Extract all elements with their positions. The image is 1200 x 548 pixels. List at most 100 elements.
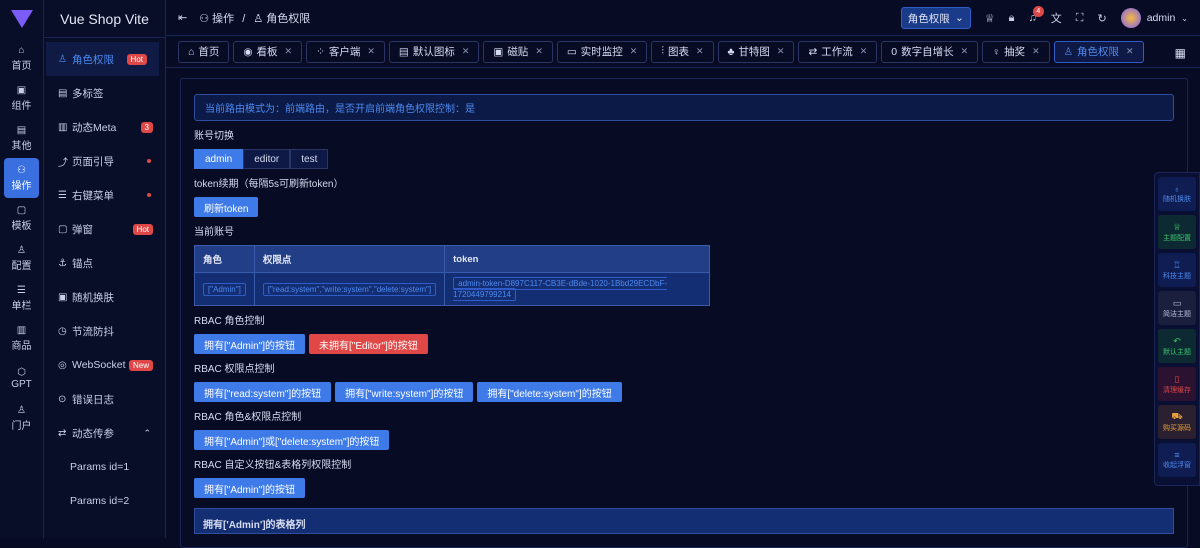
rail-item-5[interactable]: ♙ 配置 (4, 238, 39, 278)
rail-item-8[interactable]: ⬡ GPT (4, 358, 39, 398)
rail-item-0[interactable]: ⌂ 首页 (4, 38, 39, 78)
refresh-icon[interactable]: ↻ (1097, 12, 1106, 25)
account-option-admin[interactable]: admin (194, 149, 244, 169)
tab-1[interactable]: ◉ 看板 ✕ (233, 40, 303, 63)
rail-item-label: 模板 (11, 220, 32, 232)
menu-item[interactable]: ☰ 右键菜单 (44, 178, 165, 212)
refresh-token-button[interactable]: 刷新token (194, 197, 259, 217)
grid-icon[interactable]: ▦ (1175, 46, 1186, 60)
side-menu: Vue Shop Vite ♙ 角色权限 Hot ▤ 多标签 ▥ 动态Meta 3 ⤴ 页面引导 ☰… (44, 0, 166, 538)
submenu-item[interactable]: Params id=1 (44, 450, 165, 484)
close-icon[interactable]: ✕ (961, 46, 969, 57)
close-icon[interactable]: ✕ (535, 46, 543, 57)
menu-item[interactable]: ▢ 弹窗 Hot (44, 212, 165, 246)
menu-item[interactable]: ♙ 角色权限 Hot (46, 42, 159, 76)
brand-title: Vue Shop Vite (44, 0, 165, 38)
tab-11[interactable]: ♙ 角色权限 ✕ (1053, 40, 1144, 63)
editor-role-button[interactable]: 未拥有["Editor"]的按钮 (309, 334, 428, 354)
delete-permission-button[interactable]: 拥有["delete:system"]的按钮 (477, 382, 622, 402)
close-icon[interactable]: ✕ (1032, 46, 1040, 57)
tab-8[interactable]: ⇄ 工作流 ✕ (798, 40, 878, 63)
menu-item[interactable]: ⇄ 动态传参 ⌃ (44, 416, 165, 450)
close-icon[interactable]: ✕ (1126, 46, 1134, 57)
shirt-icon[interactable]: ♕ (985, 12, 995, 25)
bell-icon[interactable]: ♫ 4 (1029, 6, 1044, 24)
column-header: token (444, 245, 710, 273)
float-item[interactable]: ⛟ 购买源码 (1158, 405, 1196, 439)
rail-item-label: 单栏 (11, 300, 32, 312)
float-label: 随机换肤 (1163, 196, 1191, 203)
rbac-custom-label: RBAC 自定义按钮&表格列权限控制 (194, 460, 352, 471)
rail-item-label: 首页 (11, 60, 32, 72)
menu-icon: ⚓ (58, 257, 67, 269)
breadcrumb-parent[interactable]: 操作 (212, 13, 234, 25)
float-item[interactable]: ↶ 默认主题 (1158, 329, 1196, 363)
user-menu[interactable]: admin ⌄ (1120, 8, 1188, 28)
close-icon[interactable]: ✕ (777, 46, 785, 57)
tab-7[interactable]: ♣ 甘特图 ✕ (717, 40, 795, 63)
notification-badge: 4 (1032, 6, 1044, 17)
tab-icon: ◉ (243, 45, 253, 58)
rail-item-2[interactable]: ▤ 其他 (4, 118, 39, 158)
tab-10[interactable]: ♀ 抽奖 ✕ (982, 40, 1050, 63)
menu-item[interactable]: ⚓ 锚点 (44, 246, 165, 280)
menu-item[interactable]: ▣ 随机换肤 (44, 280, 165, 314)
close-icon[interactable]: ✕ (367, 46, 375, 57)
close-icon[interactable]: ✕ (285, 46, 293, 57)
menu-icon: ▤ (58, 87, 68, 99)
rail-item-7[interactable]: ▥ 商品 (4, 318, 39, 358)
close-icon[interactable]: ✕ (462, 46, 470, 57)
fullscreen-icon[interactable]: ⛶ (1076, 12, 1084, 25)
rail-item-label: 门户 (11, 420, 32, 432)
role-tag: ["Admin"] (203, 282, 246, 296)
lock-icon[interactable]: 🔒︎ (1009, 12, 1015, 25)
tab-2[interactable]: ⁘ 客户端 ✕ (306, 40, 385, 63)
rail-item-4[interactable]: ▢ 模板 (4, 198, 39, 238)
custom-admin-button[interactable]: 拥有["Admin"]的按钮 (194, 478, 306, 498)
menu-item[interactable]: ⊙ 错误日志 (44, 382, 165, 416)
float-item[interactable]: ♁ 随机换肤 (1158, 177, 1196, 211)
close-icon[interactable]: ✕ (696, 46, 704, 57)
menu-item[interactable]: ◎ WebSocket New (44, 348, 165, 382)
tab-4[interactable]: ▣ 磁贴 ✕ (483, 40, 553, 63)
tab-5[interactable]: ▭ 实时监控 ✕ (556, 40, 648, 63)
tab-3[interactable]: ▤ 默认图标 ✕ (388, 40, 480, 63)
write-permission-button[interactable]: 拥有["write:system"]的按钮 (335, 382, 474, 402)
close-icon[interactable]: ✕ (860, 46, 868, 57)
menu-item-label: 弹窗 (72, 223, 93, 236)
tab-0[interactable]: ⌂ 首页 (178, 40, 230, 63)
float-label: 科技主题 (1163, 272, 1191, 280)
admin-role-button[interactable]: 拥有["Admin"]的按钮 (194, 334, 306, 354)
tab-label: 客户端 (328, 46, 361, 58)
menu-item[interactable]: ◷ 节流防抖 (44, 314, 165, 348)
float-item[interactable]: ▭ 简洁主题 (1158, 291, 1196, 325)
close-icon[interactable]: ✕ (630, 46, 638, 57)
route-select[interactable]: 角色权限 ⌄ (900, 7, 971, 29)
menu-item-label: 页面引导 (72, 155, 114, 168)
account-option-editor[interactable]: editor (243, 149, 291, 169)
rail-item-9[interactable]: ♙ 门户 (4, 398, 39, 438)
float-item[interactable]: ♖ 科技主题 (1158, 253, 1196, 287)
float-item[interactable]: ▯ 清理缓存 (1158, 367, 1196, 401)
collapse-icon[interactable]: ⇤ (178, 11, 187, 24)
user-icon: ⚇ (199, 12, 213, 25)
menu-item[interactable]: ⤴ 页面引导 (44, 144, 165, 178)
menu-item[interactable]: ▤ 多标签 (44, 76, 165, 110)
translate-icon[interactable]: 文 (1051, 10, 1062, 26)
account-option-test[interactable]: test (290, 149, 329, 169)
menu-item[interactable]: ▥ 动态Meta 3 (44, 110, 165, 144)
read-permission-button[interactable]: 拥有["read:system"]的按钮 (194, 382, 332, 402)
rail-item-3[interactable]: ⚇ 操作 (4, 158, 39, 198)
tab-9[interactable]: 0 数字自增长 ✕ (881, 40, 979, 63)
admin-or-delete-button[interactable]: 拥有["Admin"]或["delete:system"]的按钮 (194, 430, 390, 450)
floating-toolbar: ♁ 随机换肤 ♕ 主题配置 ♖ 科技主题 ▭ 简洁主题 ↶ 默认主题 ▯ 清理缓存 ⛟ 购买源码 ≡ 收起浮窗 (1154, 172, 1200, 486)
menu-icon: ♙ (58, 53, 67, 65)
float-item[interactable]: ≡ 收起浮窗 (1158, 443, 1196, 477)
menu-icon: ◷ (58, 325, 67, 337)
rail-item-1[interactable]: ▣ 组件 (4, 78, 39, 118)
rail-icon: ⬡ (17, 366, 26, 378)
rail-item-6[interactable]: ☰ 单栏 (4, 278, 39, 318)
float-item[interactable]: ♕ 主题配置 (1158, 215, 1196, 249)
submenu-item[interactable]: Params id=2 (44, 484, 165, 518)
tab-6[interactable]: ⫶ 图表 ✕ (651, 40, 714, 63)
